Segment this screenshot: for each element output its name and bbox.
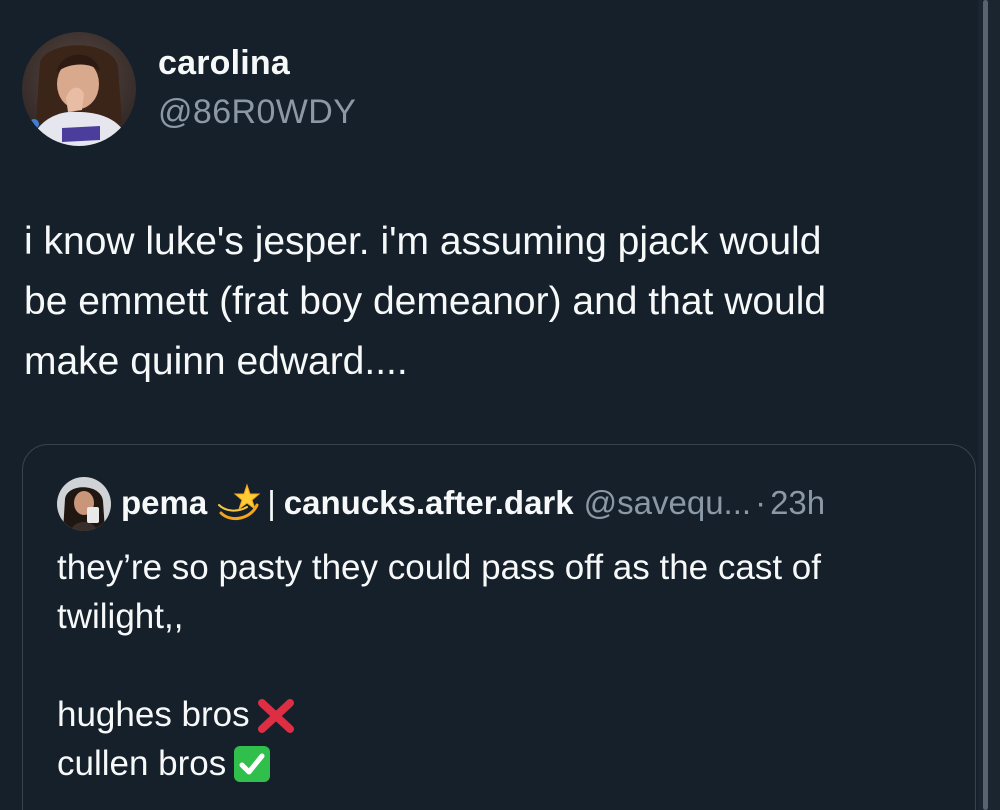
quoted-tweet-card[interactable]: pema | canucks.after.dark @savequ... · 2… [22,444,976,810]
quoted-text-line: cullen bros [57,739,957,788]
quoted-tweet-timestamp[interactable]: 23h [770,484,825,522]
scrollbar-track[interactable] [978,0,1000,810]
header-dot: · [755,484,767,521]
quoted-author-display-org[interactable]: canucks.after.dark [284,484,574,522]
header-separator: | [267,484,276,521]
scrollbar-thumb[interactable] [983,0,988,810]
quoted-tweet-text: they’re so pasty they could pass off as … [57,543,957,788]
author-handle[interactable]: @86R0WDY [158,93,356,132]
green-check-mark-icon [232,744,272,784]
quoted-author-handle[interactable]: @savequ... [584,484,751,522]
quoted-text-line: they’re so pasty they could pass off as … [57,548,821,587]
author-avatar[interactable] [22,32,136,146]
quoted-text-line: twilight,, [57,597,184,636]
author-name[interactable]: carolina [158,44,290,83]
quoted-author-avatar[interactable] [57,477,111,531]
quoted-tweet-header: pema | canucks.after.dark @savequ... · 2… [121,483,825,523]
quoted-text-line: hughes bros [57,690,957,739]
dizzy-star-emoji-icon [217,483,261,523]
red-cross-mark-icon [256,695,296,735]
quoted-text-line-label: cullen bros [57,744,227,783]
tweet-page: carolina @86R0WDY i know luke's jesper. … [0,0,1000,810]
quoted-author-name[interactable]: pema [121,484,207,522]
tweet-text: i know luke's jesper. i'm assuming pjack… [24,220,827,383]
quoted-text-line-label: hughes bros [57,695,250,734]
